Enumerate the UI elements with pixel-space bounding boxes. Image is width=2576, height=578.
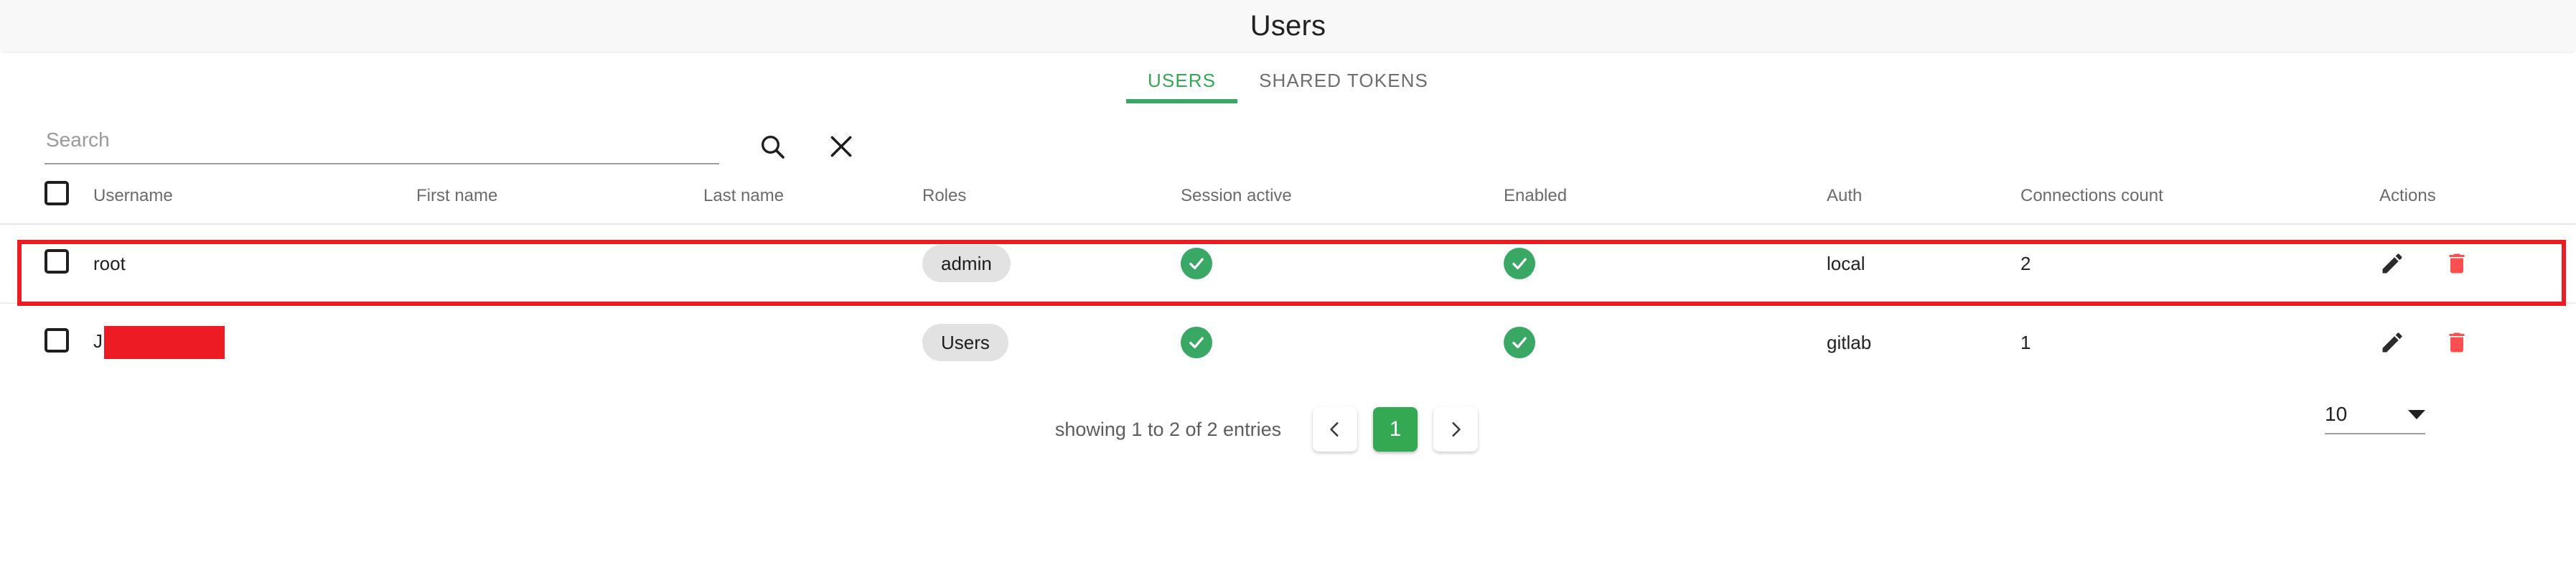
- column-header-roles: Roles: [922, 169, 1181, 225]
- page-size-select[interactable]: 10: [2325, 403, 2425, 434]
- cell-last-name: [703, 224, 922, 304]
- select-all-checkbox[interactable]: [45, 181, 69, 205]
- edit-pencil-icon[interactable]: [2379, 330, 2405, 355]
- showing-entries-label: showing 1 to 2 of 2 entries: [1054, 418, 1282, 440]
- tab-bar: USERS SHARED TOKENS: [0, 52, 2576, 103]
- column-header-first-name: First name: [416, 169, 703, 225]
- previous-page-button[interactable]: [1313, 407, 1358, 452]
- column-header-connections-count: Connections count: [2020, 169, 2379, 225]
- chevron-down-icon: [2408, 409, 2425, 419]
- cell-enabled: [1504, 303, 1827, 382]
- column-header-auth: Auth: [1827, 169, 2020, 225]
- column-header-actions: Actions: [2379, 169, 2576, 225]
- table-header: Username First name Last name Roles Sess…: [0, 169, 2576, 225]
- column-header-username: Username: [93, 169, 416, 225]
- next-page-button[interactable]: [1433, 407, 1479, 452]
- pagination: showing 1 to 2 of 2 entries 1: [1055, 407, 1521, 452]
- column-header-session-active: Session active: [1181, 169, 1504, 225]
- cell-session-active: [1181, 303, 1504, 382]
- row-checkbox[interactable]: [45, 327, 69, 353]
- cell-auth: local: [1827, 224, 2020, 304]
- cell-first-name: [416, 303, 703, 382]
- cell-connections-count: 1: [2020, 331, 2031, 353]
- row-checkbox[interactable]: [45, 248, 69, 274]
- cell-roles: Users: [922, 303, 1181, 382]
- edit-pencil-icon[interactable]: [2379, 251, 2405, 276]
- column-header-enabled: Enabled: [1504, 169, 1827, 225]
- row-select-cell: [0, 303, 93, 382]
- search-field: [45, 129, 719, 164]
- cell-session-active: [1181, 224, 1504, 304]
- table-row[interactable]: root admin local 2: [0, 224, 2576, 304]
- cell-auth: gitlab: [1827, 331, 1872, 353]
- check-circle-icon: [1181, 248, 1212, 279]
- cell-username: J: [93, 303, 416, 382]
- close-icon[interactable]: [820, 125, 863, 168]
- cell-username: root: [93, 224, 416, 304]
- row-select-cell: [0, 224, 93, 304]
- cell-actions: [2379, 224, 2576, 304]
- cell-roles: admin: [922, 224, 1181, 304]
- users-table: Username First name Last name Roles Sess…: [0, 169, 2576, 383]
- search-bar: [0, 103, 2576, 169]
- page-1-button[interactable]: 1: [1373, 407, 1418, 452]
- redaction-overlay: [104, 326, 225, 359]
- cell-connections-count: 2: [2020, 224, 2379, 304]
- chevron-right-icon: [1452, 422, 1461, 437]
- row-actions: [2379, 330, 2576, 355]
- role-chip: Users: [922, 324, 1008, 361]
- table-row[interactable]: J Users gitlab 1: [0, 303, 2576, 382]
- tab-shared-tokens[interactable]: SHARED TOKENS: [1237, 70, 1450, 103]
- row-actions: [2379, 251, 2576, 276]
- chevron-left-icon: [1330, 422, 1339, 437]
- table-header-row: Username First name Last name Roles Sess…: [0, 169, 2576, 225]
- cell-enabled: [1504, 224, 1827, 304]
- delete-trash-icon[interactable]: [2444, 330, 2470, 355]
- cell-last-name: [703, 303, 922, 382]
- users-table-container: Username First name Last name Roles Sess…: [0, 169, 2576, 383]
- cell-actions: [2379, 303, 2576, 382]
- search-icon[interactable]: [751, 125, 794, 168]
- page-size-value: 10: [2325, 403, 2348, 425]
- username-visible-prefix: J: [93, 330, 103, 352]
- table-footer: showing 1 to 2 of 2 entries 1 10: [0, 383, 2576, 476]
- page-header: Users: [0, 0, 2576, 52]
- table-body: root admin local 2 J Users gitlab 1: [0, 224, 2576, 382]
- role-chip: admin: [922, 245, 1011, 282]
- delete-trash-icon[interactable]: [2444, 251, 2470, 276]
- check-circle-icon: [1181, 327, 1212, 358]
- tab-users[interactable]: USERS: [1126, 70, 1238, 103]
- check-circle-icon: [1504, 248, 1535, 279]
- column-header-last-name: Last name: [703, 169, 922, 225]
- select-all-header: [0, 169, 93, 225]
- search-input[interactable]: [45, 129, 719, 164]
- cell-first-name: [416, 224, 703, 304]
- check-circle-icon: [1504, 327, 1535, 358]
- page-title: Users: [1250, 10, 1326, 42]
